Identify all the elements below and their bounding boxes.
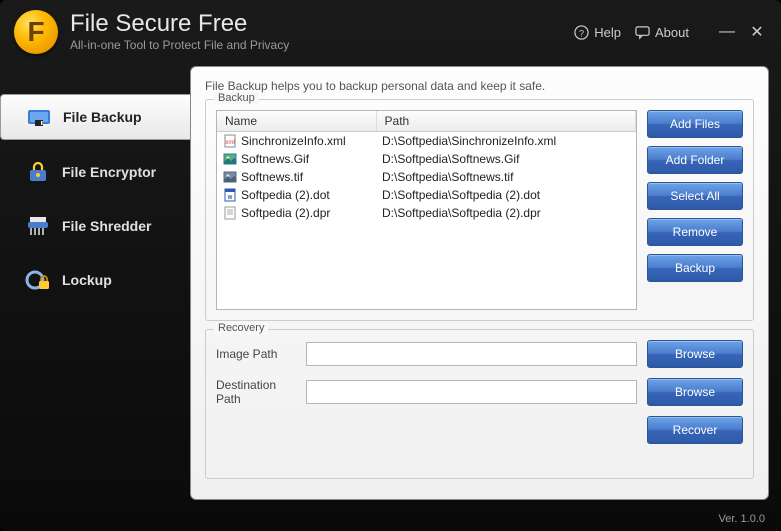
destination-path-input[interactable] xyxy=(306,380,637,404)
table-header-row: Name Path xyxy=(217,111,636,132)
encryptor-icon xyxy=(24,160,52,184)
table-row[interactable]: Softnews.tif D:\Softpedia\Softnews.tif xyxy=(217,168,636,186)
file-icon xyxy=(223,152,237,166)
file-path-cell: D:\Softpedia\Softnews.Gif xyxy=(376,150,635,168)
file-icon: W xyxy=(223,188,237,202)
body-row: File Backup File Encryptor File Shredder… xyxy=(0,60,781,500)
table-row[interactable]: Softpedia (2).dpr D:\Softpedia\Softpedia … xyxy=(217,204,636,222)
sidebar-item-label: File Encryptor xyxy=(62,164,156,180)
backup-icon xyxy=(25,105,53,129)
sidebar-item-label: File Backup xyxy=(63,109,142,125)
app-title-block: File Secure Free All-in-one Tool to Prot… xyxy=(70,12,289,52)
file-name-cell: xml SinchronizeInfo.xml xyxy=(217,132,376,150)
table-row[interactable]: W Softpedia (2).dot D:\Softpedia\Softpedia… xyxy=(217,186,636,204)
minimize-button[interactable]: — xyxy=(717,22,737,42)
about-label: About xyxy=(655,25,689,40)
col-path[interactable]: Path xyxy=(376,111,635,132)
file-path-cell: D:\Softpedia\SinchronizeInfo.xml xyxy=(376,132,635,151)
file-icon xyxy=(223,206,237,220)
add-folder-button[interactable]: Add Folder xyxy=(647,146,743,174)
image-path-input[interactable] xyxy=(306,342,637,366)
file-name: SinchronizeInfo.xml xyxy=(241,134,346,148)
file-name: Softnews.Gif xyxy=(241,152,309,166)
sidebar-item-label: File Shredder xyxy=(62,218,151,234)
file-table[interactable]: Name Path xml SinchronizeInfo.xml D:\Softp… xyxy=(216,110,637,310)
app-window: F File Secure Free All-in-one Tool to Pr… xyxy=(0,0,781,531)
close-button[interactable]: ✕ xyxy=(747,22,767,42)
help-link[interactable]: ? Help xyxy=(574,25,621,40)
file-name: Softnews.tif xyxy=(241,170,303,184)
select-all-button[interactable]: Select All xyxy=(647,182,743,210)
sidebar-item-lockup[interactable]: Lockup xyxy=(0,258,190,302)
backup-group-title: Backup xyxy=(214,92,259,104)
panel-description: File Backup helps you to backup personal… xyxy=(205,79,754,93)
svg-text:W: W xyxy=(228,195,233,201)
remove-button[interactable]: Remove xyxy=(647,218,743,246)
recovery-group-title: Recovery xyxy=(214,322,268,334)
backup-button[interactable]: Backup xyxy=(647,254,743,282)
destination-path-row: Destination Path Browse xyxy=(216,378,743,406)
file-path-cell: D:\Softpedia\Softpedia (2).dot xyxy=(376,186,635,204)
lockup-icon xyxy=(24,268,52,292)
image-path-row: Image Path Browse xyxy=(216,340,743,368)
backup-button-column: Add Files Add Folder Select All Remove B… xyxy=(647,110,743,310)
file-name: Softpedia (2).dpr xyxy=(241,206,330,220)
sidebar-item-label: Lockup xyxy=(62,272,112,288)
recovery-group: Recovery Image Path Browse Destination P… xyxy=(205,329,754,479)
speech-bubble-icon xyxy=(635,25,650,40)
titlebar: F File Secure Free All-in-one Tool to Pr… xyxy=(0,0,781,60)
destination-path-label: Destination Path xyxy=(216,378,296,406)
main-panel: File Backup helps you to backup personal… xyxy=(190,66,769,500)
app-logo: F xyxy=(14,10,58,54)
file-name-cell: W Softpedia (2).dot xyxy=(217,186,376,204)
window-controls: — ✕ xyxy=(717,22,767,42)
version-label: Ver. 1.0.0 xyxy=(719,513,765,525)
recover-button[interactable]: Recover xyxy=(647,416,743,444)
file-name-cell: Softpedia (2).dpr xyxy=(217,204,376,222)
svg-text:?: ? xyxy=(579,28,584,38)
backup-group: Backup Name Path xml SinchronizeInfo.xml D… xyxy=(205,99,754,321)
sidebar-item-file-encryptor[interactable]: File Encryptor xyxy=(0,150,190,194)
file-icon: xml xyxy=(223,134,237,148)
svg-text:xml: xml xyxy=(225,140,234,146)
file-name-cell: Softnews.Gif xyxy=(217,150,376,168)
col-name[interactable]: Name xyxy=(217,111,376,132)
file-path-cell: D:\Softpedia\Softpedia (2).dpr xyxy=(376,204,635,222)
sidebar: File Backup File Encryptor File Shredder… xyxy=(0,66,190,500)
file-icon xyxy=(223,170,237,184)
table-row[interactable]: Softnews.Gif D:\Softpedia\Softnews.Gif xyxy=(217,150,636,168)
help-label: Help xyxy=(594,25,621,40)
app-title: File Secure Free xyxy=(70,12,289,36)
sidebar-item-file-shredder[interactable]: File Shredder xyxy=(0,204,190,248)
image-path-label: Image Path xyxy=(216,347,296,361)
about-link[interactable]: About xyxy=(635,25,689,40)
app-subtitle: All-in-one Tool to Protect File and Priv… xyxy=(70,38,289,52)
table-row[interactable]: xml SinchronizeInfo.xml D:\Softpedia\Sinch… xyxy=(217,132,636,151)
file-path-cell: D:\Softpedia\Softnews.tif xyxy=(376,168,635,186)
help-icon: ? xyxy=(574,25,589,40)
titlebar-right: ? Help About — ✕ xyxy=(574,22,767,42)
browse-image-button[interactable]: Browse xyxy=(647,340,743,368)
file-name-cell: Softnews.tif xyxy=(217,168,376,186)
file-name: Softpedia (2).dot xyxy=(241,188,330,202)
shredder-icon xyxy=(24,214,52,238)
browse-destination-button[interactable]: Browse xyxy=(647,378,743,406)
add-files-button[interactable]: Add Files xyxy=(647,110,743,138)
sidebar-item-file-backup[interactable]: File Backup xyxy=(0,94,190,140)
